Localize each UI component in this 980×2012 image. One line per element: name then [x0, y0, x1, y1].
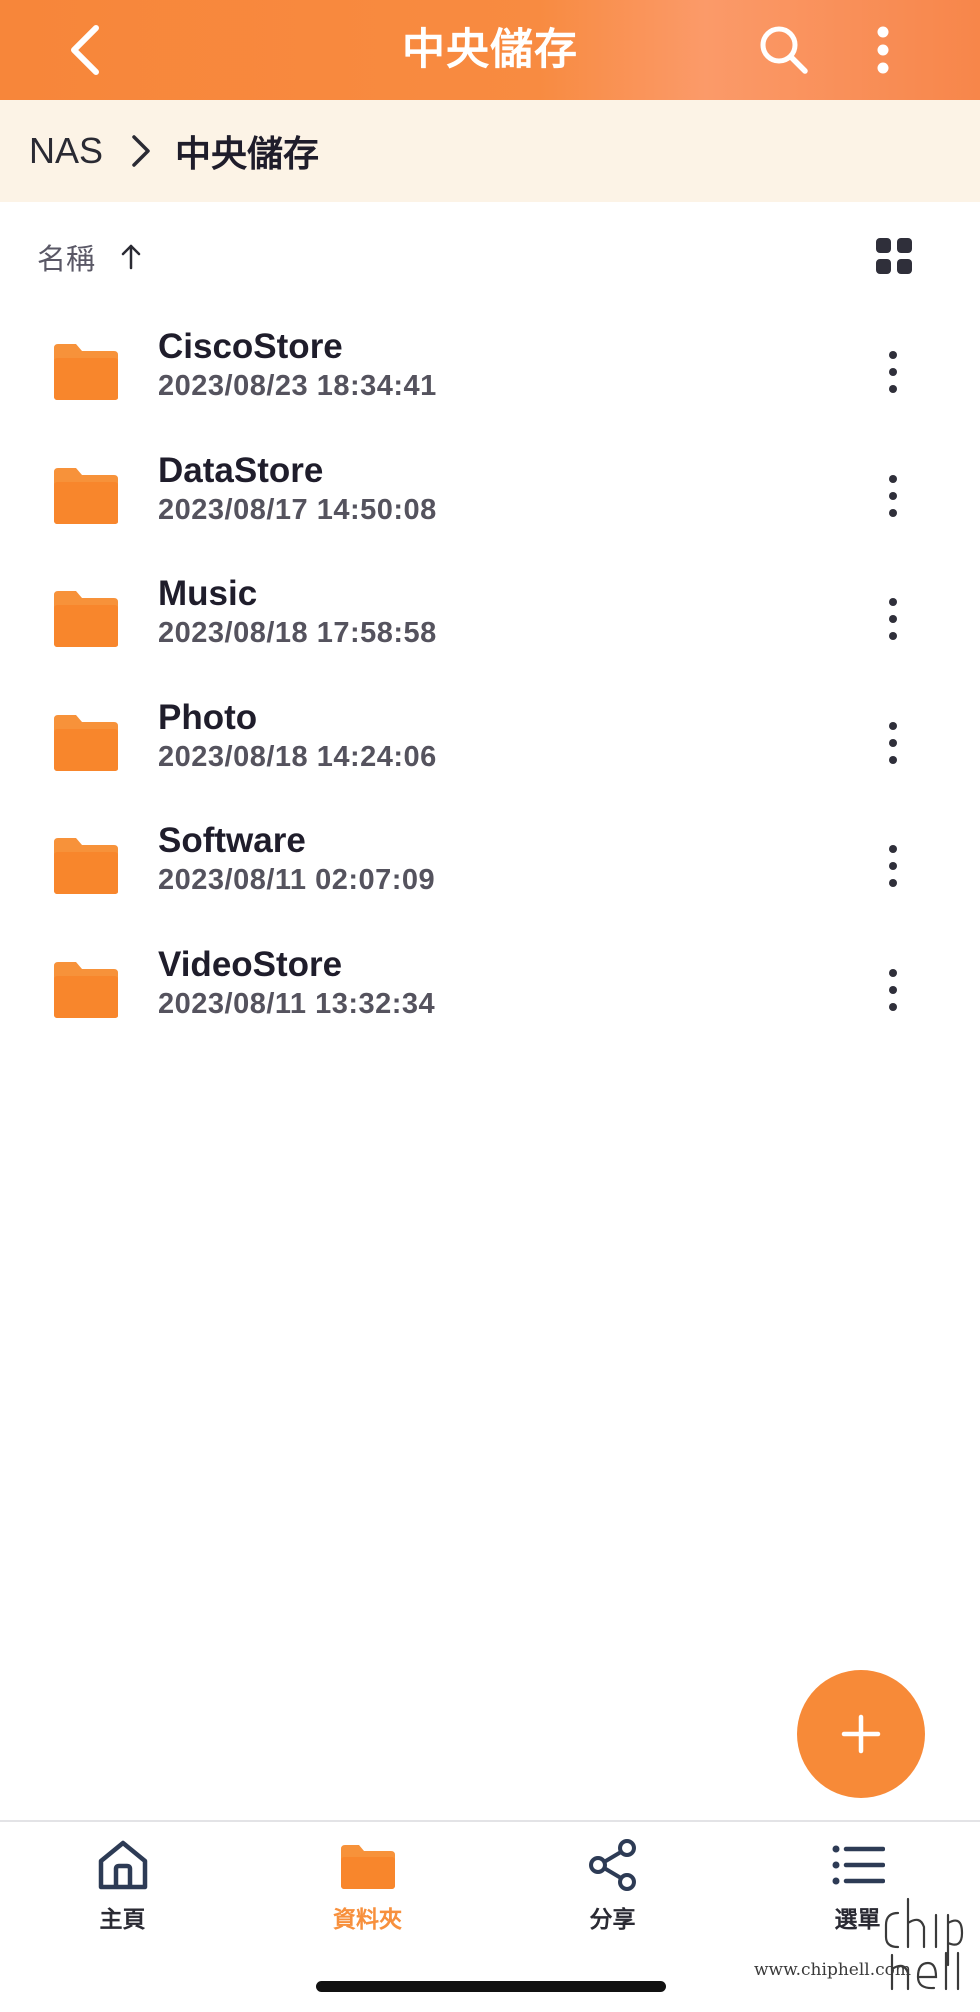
- app-header: 中央儲存: [0, 0, 980, 100]
- file-row[interactable]: Software 2023/08/11 02:07:09: [0, 804, 980, 928]
- nav-item-share[interactable]: 分享: [490, 1822, 735, 1942]
- file-modified-date: 2023/08/18 14:24:06: [158, 740, 437, 773]
- breadcrumb-current: 中央儲存: [175, 134, 320, 175]
- file-name: CiscoStore: [158, 327, 343, 366]
- file-name: DataStore: [158, 450, 324, 490]
- file-modified-date: 2023/08/17 14:50:08: [158, 493, 437, 526]
- home-indicator: [316, 1981, 666, 1992]
- file-list: CiscoStore 2023/08/23 18:34:41 DataStore…: [0, 310, 980, 1051]
- search-icon: [760, 26, 808, 74]
- arrow-up-icon: [121, 244, 141, 270]
- folder-icon: [54, 344, 118, 400]
- file-modified-date: 2023/08/18 17:58:58: [158, 617, 437, 649]
- nav-label: 主頁: [99, 1907, 146, 1933]
- file-row[interactable]: CiscoStore 2023/08/23 18:34:41: [0, 310, 980, 434]
- file-name: Music: [158, 574, 258, 613]
- watermark-url: www.chiphell.com: [754, 1960, 911, 1980]
- file-modified-date: 2023/08/11 13:32:34: [158, 987, 436, 1020]
- view-toggle-button[interactable]: [874, 236, 914, 276]
- more-vertical-icon[interactable]: [876, 962, 910, 1018]
- menu-list-icon: [832, 1845, 885, 1885]
- folder-icon: [54, 467, 118, 524]
- folder-icon: [54, 714, 118, 771]
- sort-by-name-button[interactable]: 名稱: [37, 234, 145, 280]
- plus-icon: [841, 1714, 881, 1754]
- nav-label: 分享: [589, 1907, 636, 1933]
- file-name: Photo: [158, 697, 258, 737]
- file-row[interactable]: VideoStore 2023/08/11 13:32:34: [0, 928, 980, 1052]
- chevron-right-icon: [132, 135, 150, 167]
- breadcrumb: NAS 中央儲存: [0, 100, 980, 202]
- more-vertical-icon[interactable]: [876, 591, 910, 647]
- sort-bar: 名稱: [0, 202, 980, 310]
- folder-icon: [341, 1845, 395, 1889]
- more-vertical-icon[interactable]: [876, 468, 910, 524]
- more-vertical-icon[interactable]: [876, 715, 910, 771]
- nav-item-home[interactable]: 主頁: [0, 1822, 245, 1942]
- nav-label: 資料夾: [333, 1907, 402, 1933]
- file-row[interactable]: Photo 2023/08/18 14:24:06: [0, 681, 980, 805]
- breadcrumb-root[interactable]: NAS: [29, 130, 103, 172]
- file-modified-date: 2023/08/11 02:07:09: [158, 864, 436, 896]
- file-modified-date: 2023/08/23 18:34:41: [158, 370, 437, 402]
- more-vertical-icon: [877, 26, 889, 74]
- file-name: Software: [158, 821, 306, 860]
- grid-view-icon: [876, 238, 912, 274]
- more-options-button[interactable]: [860, 22, 906, 78]
- file-row[interactable]: DataStore 2023/08/17 14:50:08: [0, 434, 980, 558]
- more-vertical-icon[interactable]: [876, 344, 910, 400]
- folder-icon: [54, 961, 118, 1018]
- nav-item-folders[interactable]: 資料夾: [245, 1822, 490, 1942]
- folder-icon: [54, 838, 118, 894]
- file-name: VideoStore: [158, 944, 343, 984]
- folder-icon: [54, 591, 118, 647]
- search-button[interactable]: [756, 22, 812, 78]
- share-icon: [589, 1839, 636, 1891]
- file-row[interactable]: Music 2023/08/18 17:58:58: [0, 557, 980, 681]
- add-button[interactable]: [797, 1670, 925, 1798]
- more-vertical-icon[interactable]: [876, 838, 910, 894]
- home-icon: [98, 1840, 148, 1890]
- page-title: 中央儲存: [402, 25, 578, 75]
- sort-label: 名稱: [37, 242, 96, 276]
